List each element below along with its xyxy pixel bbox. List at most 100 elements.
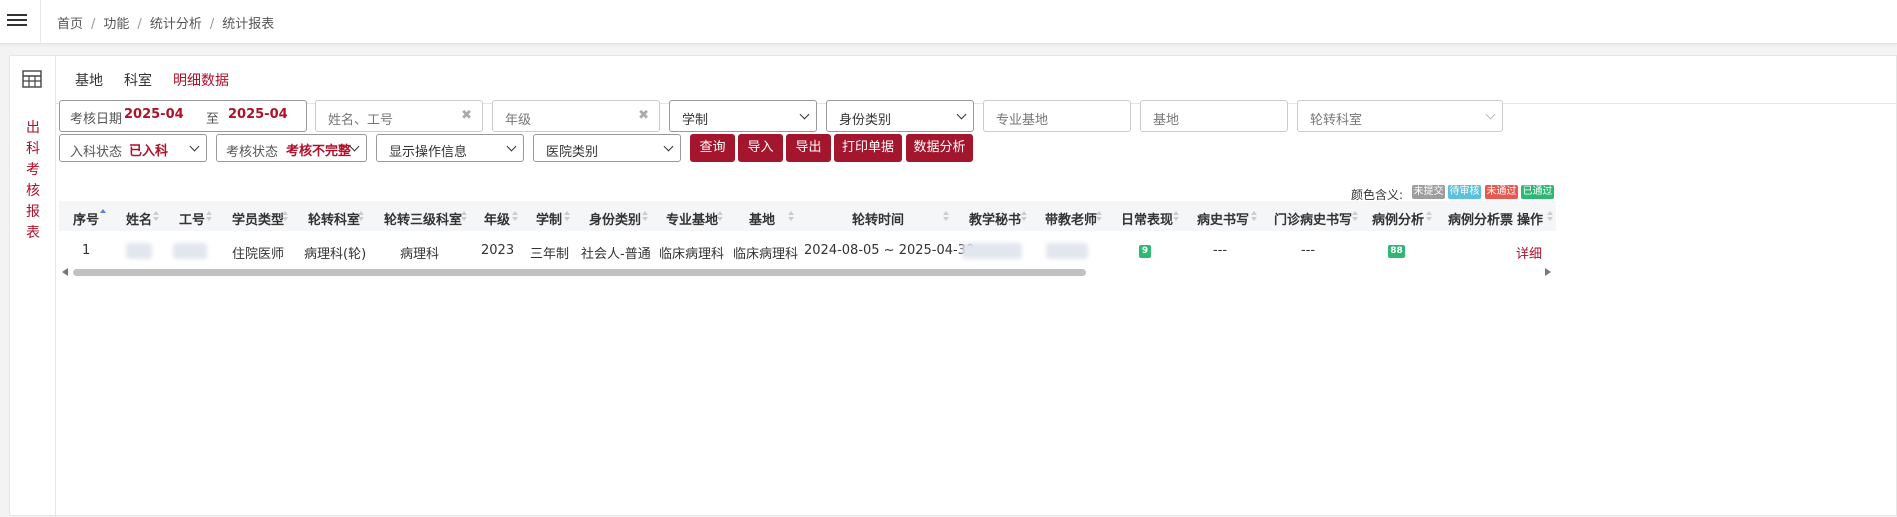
date-from-value[interactable]: 2025-04 bbox=[124, 107, 184, 122]
sort-icon[interactable] bbox=[1096, 211, 1102, 221]
case-analysis-badge[interactable]: 88 bbox=[1388, 245, 1405, 258]
col-case-analysis[interactable]: 病例分析 bbox=[1372, 209, 1424, 228]
import-button[interactable]: 导入 bbox=[738, 134, 783, 162]
cell-base: 临床病理科 bbox=[733, 247, 799, 262]
scroll-right-arrow-icon[interactable] bbox=[1545, 268, 1551, 276]
clear-icon[interactable]: ✖ bbox=[638, 108, 649, 123]
col-teacher[interactable]: 带教老师 bbox=[1045, 209, 1097, 228]
sort-icon[interactable] bbox=[206, 211, 212, 221]
col-actions: 操作 bbox=[1517, 213, 1544, 228]
hamburger-menu-icon[interactable] bbox=[7, 11, 27, 31]
chevron-down-icon bbox=[189, 141, 200, 152]
col-case-analysis-2[interactable]: 病例分析票 bbox=[1448, 209, 1520, 228]
col-teaching-secretary[interactable]: 教学秘书 bbox=[969, 209, 1021, 228]
cell-rotation-time: 2024-08-05 ~ 2025-04-30 bbox=[804, 243, 975, 258]
show-ops-select[interactable]: 显示操作信息 bbox=[376, 134, 524, 162]
sort-icon[interactable] bbox=[512, 211, 518, 221]
date-to-value[interactable]: 2025-04 bbox=[228, 107, 288, 122]
side-report-title[interactable]: 出科考核报表 bbox=[25, 118, 41, 244]
audit-date-label: 考核日期 bbox=[70, 112, 123, 127]
sort-icon[interactable] bbox=[717, 211, 723, 221]
data-analysis-button[interactable]: 数据分析 bbox=[906, 134, 973, 162]
sort-icon[interactable] bbox=[1352, 211, 1358, 221]
cell-history-writing: --- bbox=[1213, 243, 1228, 258]
query-button[interactable]: 查询 bbox=[690, 134, 735, 162]
col-employee-id[interactable]: 工号 bbox=[179, 209, 205, 228]
sort-icon[interactable] bbox=[153, 211, 159, 221]
col-identity[interactable]: 身份类别 bbox=[589, 209, 641, 228]
enter-status-label: 入科状态 bbox=[70, 145, 123, 160]
system-select[interactable]: 学制 bbox=[669, 100, 817, 132]
show-ops-value: 显示操作信息 bbox=[389, 145, 468, 160]
sort-icon[interactable] bbox=[461, 211, 467, 221]
col-outpatient-history[interactable]: 门诊病史书写 bbox=[1274, 209, 1352, 228]
sort-icon[interactable] bbox=[1021, 211, 1027, 221]
major-base-input[interactable]: 专业基地 bbox=[983, 100, 1131, 132]
grade-placeholder: 年级 bbox=[505, 113, 532, 128]
sort-icon[interactable] bbox=[1426, 211, 1432, 221]
identity-select[interactable]: 身份类别 bbox=[826, 100, 974, 132]
col-rotation-dept[interactable]: 轮转科室 bbox=[308, 209, 360, 228]
horizontal-scrollbar-thumb[interactable] bbox=[73, 269, 1086, 276]
name-id-input[interactable]: 姓名、工号 ✖ bbox=[315, 100, 483, 132]
col-base[interactable]: 基地 bbox=[749, 209, 775, 228]
detail-link[interactable]: 详细 bbox=[1516, 243, 1542, 262]
col-rotation-time[interactable]: 轮转时间 bbox=[852, 209, 904, 228]
rotation-dept-select[interactable]: 轮转科室 bbox=[1297, 100, 1503, 132]
col-name[interactable]: 姓名 bbox=[126, 209, 152, 228]
cell-rotation-dept: 病理科(轮) bbox=[304, 247, 367, 262]
audit-status-select[interactable]: 考核状态 考核不完整 bbox=[216, 134, 367, 162]
tab-department[interactable]: 科室 bbox=[124, 70, 152, 90]
chevron-down-icon bbox=[506, 141, 517, 152]
export-button[interactable]: 导出 bbox=[786, 134, 831, 162]
sort-icon[interactable] bbox=[1173, 211, 1179, 221]
sort-icon[interactable] bbox=[564, 211, 570, 221]
cell-major-base: 临床病理科 bbox=[659, 247, 725, 262]
enter-status-select[interactable]: 入科状态 已入科 bbox=[59, 134, 207, 162]
col-student-type[interactable]: 学员类型 bbox=[232, 209, 284, 228]
sort-icon[interactable] bbox=[788, 211, 794, 221]
cell-identity: 社会人-普通 bbox=[581, 247, 651, 262]
col-history-writing[interactable]: 病史书写 bbox=[1197, 209, 1249, 228]
cell-grade: 2023 bbox=[481, 243, 515, 258]
cell-outpatient-history: --- bbox=[1301, 243, 1316, 258]
scroll-left-arrow-icon[interactable] bbox=[62, 268, 68, 276]
tab-bar: 基地 科室 明细数据 bbox=[55, 55, 1897, 104]
breadcrumb-item-home[interactable]: 首页 bbox=[57, 17, 83, 32]
print-button[interactable]: 打印单据 bbox=[834, 134, 902, 162]
audit-date-range[interactable]: 考核日期 2025-04 至 2025-04 bbox=[59, 100, 307, 132]
col-rotation-dept-3[interactable]: 轮转三级科室 bbox=[384, 209, 462, 228]
sort-icon[interactable] bbox=[642, 211, 648, 221]
sort-icon[interactable] bbox=[1547, 211, 1553, 221]
clear-icon[interactable]: ✖ bbox=[461, 108, 472, 123]
tab-detail-data[interactable]: 明细数据 bbox=[173, 70, 229, 90]
col-daily-performance[interactable]: 日常表现 bbox=[1121, 209, 1173, 228]
table-grid-icon[interactable] bbox=[22, 70, 42, 88]
cell-teaching-secretary-redacted bbox=[962, 243, 1022, 259]
sort-icon[interactable] bbox=[358, 211, 364, 221]
grade-input[interactable]: 年级 ✖ bbox=[492, 100, 660, 132]
col-index[interactable]: 序号 bbox=[73, 209, 99, 228]
hospital-type-select[interactable]: 医院类别 bbox=[533, 134, 681, 162]
sort-icon[interactable] bbox=[943, 211, 949, 221]
tab-base[interactable]: 基地 bbox=[75, 70, 103, 90]
daily-performance-badge[interactable]: 9 bbox=[1139, 245, 1151, 258]
enter-status-value: 已入科 bbox=[129, 144, 169, 159]
col-major-base[interactable]: 专业基地 bbox=[666, 209, 718, 228]
legend-passed: 已通过 bbox=[1521, 185, 1554, 199]
breadcrumb-item-statistics[interactable]: 统计分析 bbox=[150, 17, 202, 32]
chevron-down-icon bbox=[349, 141, 360, 152]
cell-system: 三年制 bbox=[530, 247, 570, 262]
col-grade[interactable]: 年级 bbox=[484, 209, 510, 228]
audit-status-label: 考核状态 bbox=[226, 145, 279, 160]
sort-asc-icon[interactable] bbox=[100, 209, 106, 219]
chevron-down-icon bbox=[1485, 109, 1496, 120]
col-system[interactable]: 学制 bbox=[536, 209, 562, 228]
sort-icon[interactable] bbox=[1251, 211, 1257, 221]
sort-icon[interactable] bbox=[282, 211, 288, 221]
chevron-down-icon bbox=[663, 141, 674, 152]
cell-student-type: 住院医师 bbox=[232, 247, 285, 262]
breadcrumb-item-function[interactable]: 功能 bbox=[103, 17, 129, 32]
base-input[interactable]: 基地 bbox=[1140, 100, 1288, 132]
name-id-placeholder: 姓名、工号 bbox=[328, 113, 394, 128]
